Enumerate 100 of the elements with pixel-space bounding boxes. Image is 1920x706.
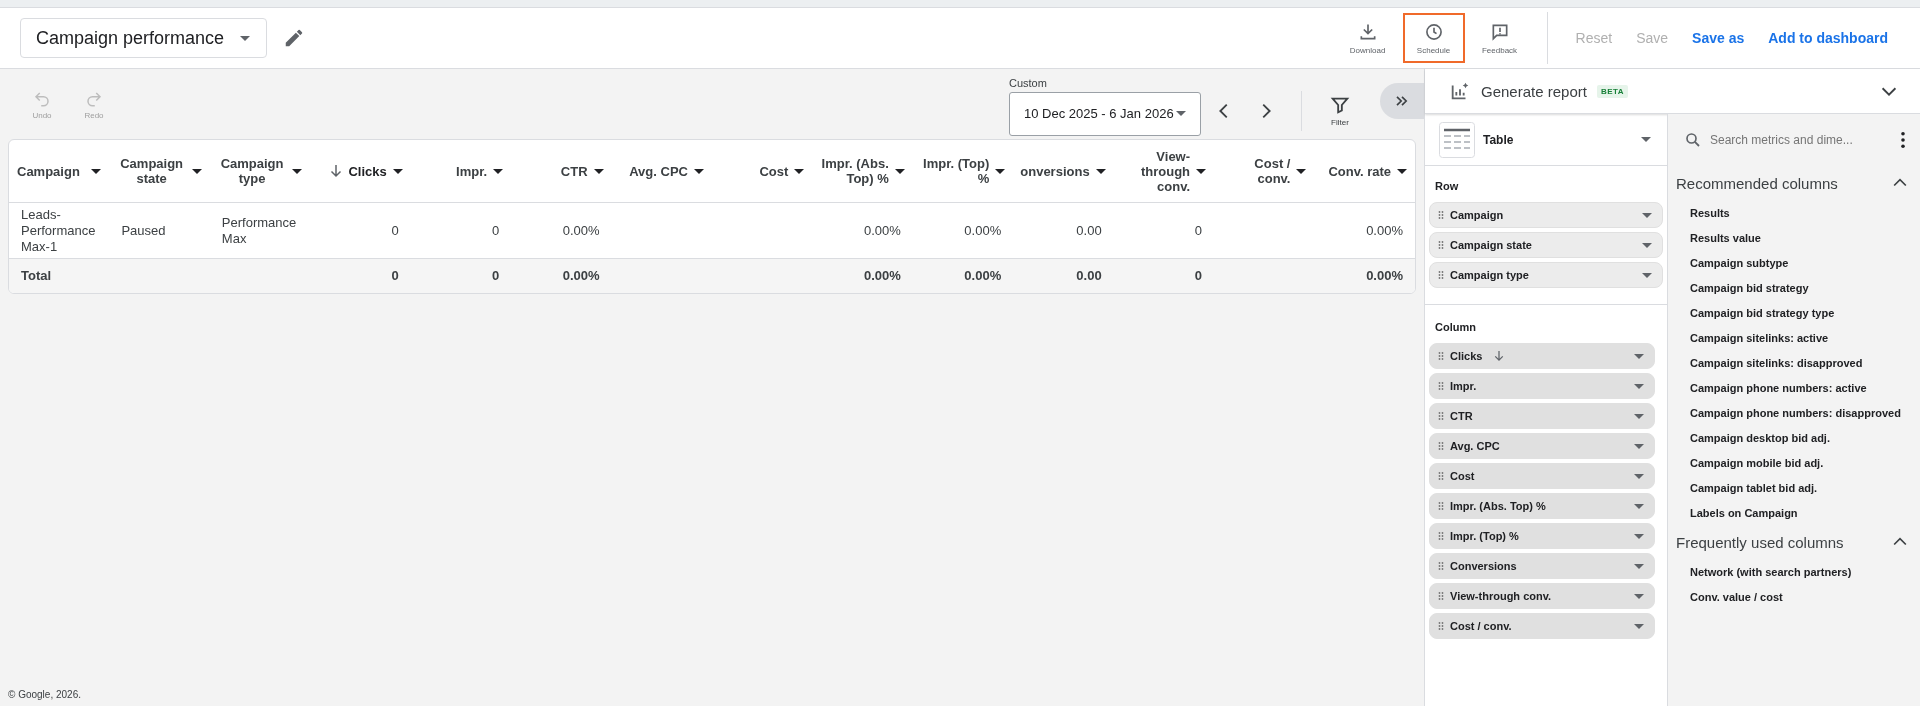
caret-icon[interactable] — [1296, 168, 1307, 174]
metric-list-item[interactable]: Campaign desktop bid adj. — [1668, 425, 1920, 450]
metric-list-item[interactable]: Campaign bid strategy type — [1668, 300, 1920, 325]
expand-button[interactable] — [1380, 83, 1424, 119]
search-icon — [1684, 131, 1702, 149]
drag-handle-icon[interactable] — [1438, 561, 1444, 571]
metric-chip[interactable]: Impr. — [1429, 373, 1655, 399]
metric-list-item[interactable]: Campaign bid strategy — [1668, 275, 1920, 300]
metric-list-item[interactable]: Campaign subtype — [1668, 250, 1920, 275]
caret-icon — [1642, 242, 1652, 248]
metric-chip[interactable]: View-through conv. — [1429, 583, 1655, 609]
total-cell: 0.00% — [863, 268, 901, 283]
caret-icon — [1176, 111, 1186, 116]
column-header[interactable]: Impr. (Top) % — [920, 156, 990, 186]
drag-handle-icon[interactable] — [1438, 210, 1444, 220]
column-header[interactable]: onversions — [1020, 163, 1090, 179]
drag-handle-icon[interactable] — [1438, 591, 1444, 601]
caret-icon[interactable] — [995, 168, 1006, 174]
download-button[interactable]: Download — [1336, 13, 1399, 63]
metric-list-item[interactable]: Campaign tablet bid adj. — [1668, 475, 1920, 500]
metric-chip[interactable]: Impr. (Top) % — [1429, 523, 1655, 549]
column-header[interactable]: CTR — [560, 163, 588, 179]
caret-icon[interactable] — [1196, 168, 1207, 174]
metric-chip[interactable]: Cost / conv. — [1429, 613, 1655, 639]
column-header[interactable]: Impr. — [456, 163, 488, 179]
column-header[interactable]: Campaign state — [117, 156, 186, 186]
column-header[interactable]: View-through conv. — [1121, 148, 1191, 194]
caret-icon — [1634, 413, 1644, 419]
drag-handle-icon[interactable] — [1438, 411, 1444, 421]
date-range-select[interactable]: 10 Dec 2025 - 6 Jan 2026 — [1009, 91, 1201, 136]
section-header[interactable]: Frequently used columns — [1668, 525, 1920, 559]
drag-handle-icon[interactable] — [1438, 471, 1444, 481]
caret-icon[interactable] — [392, 168, 403, 174]
metric-chip[interactable]: Avg. CPC — [1429, 433, 1655, 459]
drag-handle-icon[interactable] — [1438, 381, 1444, 391]
column-header[interactable]: Campaign type — [217, 156, 287, 186]
caret-icon[interactable] — [693, 168, 704, 174]
metric-list-item[interactable]: Conv. value / cost — [1668, 584, 1920, 609]
column-header[interactable]: Impr. (Abs. Top) % — [820, 156, 889, 186]
metric-chip[interactable]: Impr. (Abs. Top) % — [1429, 493, 1655, 519]
table-cell: 0 — [391, 222, 399, 238]
caret-icon[interactable] — [1397, 168, 1407, 174]
metric-chip[interactable]: Cost — [1429, 463, 1655, 489]
drag-handle-icon[interactable] — [1438, 531, 1444, 541]
table-cell: 0 — [491, 222, 500, 238]
metric-list-item[interactable]: Results value — [1668, 225, 1920, 250]
total-cell: 0 — [1194, 268, 1203, 283]
copyright-text: © Google, 2026. — [8, 689, 82, 700]
caret-icon[interactable] — [91, 168, 102, 174]
date-range-label: Custom — [1009, 76, 1048, 89]
metric-chip[interactable]: Clicks — [1429, 343, 1655, 369]
column-header[interactable]: Campaign — [17, 163, 80, 179]
metric-list-item[interactable]: Results — [1668, 200, 1920, 225]
column-header[interactable]: Cost — [759, 163, 789, 179]
metric-list-item[interactable]: Campaign mobile bid adj. — [1668, 450, 1920, 475]
schedule-button[interactable]: Schedule — [1402, 13, 1465, 63]
caret-icon[interactable] — [493, 168, 504, 174]
metric-list-item[interactable]: Labels on Campaign — [1668, 500, 1920, 525]
more-options-icon[interactable] — [1900, 131, 1906, 149]
column-header[interactable]: Clicks — [348, 163, 387, 179]
caret-icon[interactable] — [593, 168, 604, 174]
drag-handle-icon[interactable] — [1438, 351, 1444, 361]
caret-icon[interactable] — [894, 168, 905, 174]
header-button[interactable]: Save as — [1680, 30, 1757, 46]
drag-handle-icon[interactable] — [1438, 240, 1444, 250]
metric-list-item[interactable]: Campaign phone numbers: active — [1668, 375, 1920, 400]
metric-list-item[interactable]: Network (with search partners) — [1668, 559, 1920, 584]
filter-button[interactable]: Filter — [1318, 83, 1362, 127]
dimension-chip[interactable]: Campaign state — [1429, 232, 1663, 258]
table-cell: Performance Max — [221, 214, 297, 246]
column-header[interactable]: Conv. rate — [1328, 163, 1391, 179]
table-cell: 0.00% — [964, 222, 1002, 238]
caret-icon[interactable] — [1095, 168, 1106, 174]
caret-icon[interactable] — [191, 168, 202, 174]
panel-title: Generate report — [1481, 82, 1587, 100]
drag-handle-icon[interactable] — [1438, 441, 1444, 451]
dimension-chip[interactable]: Campaign — [1429, 202, 1663, 228]
metric-chip[interactable]: CTR — [1429, 403, 1655, 429]
metric-chip[interactable]: Conversions — [1429, 553, 1655, 579]
table-icon — [1439, 121, 1475, 158]
section-header[interactable]: Recommended columns — [1668, 166, 1920, 200]
table-cell: Paused — [121, 222, 166, 238]
chart-sparkle-icon — [1449, 80, 1471, 102]
table-cell: Leads-Performance Max-1 — [21, 206, 96, 254]
metric-list-item[interactable]: Campaign phone numbers: disapproved — [1668, 400, 1920, 425]
metric-list-item[interactable]: Campaign sitelinks: disapproved — [1668, 350, 1920, 375]
column-header[interactable]: Cost / conv. — [1222, 156, 1291, 186]
search-field[interactable]: Search metrics and dime... — [1684, 131, 1892, 149]
drag-handle-icon[interactable] — [1438, 270, 1444, 280]
report-select[interactable]: Campaign performance — [20, 18, 268, 58]
caret-icon[interactable] — [292, 168, 303, 174]
column-header[interactable]: Avg. CPC — [629, 163, 688, 179]
visualization-select[interactable]: Table — [1425, 114, 1667, 166]
drag-handle-icon[interactable] — [1438, 501, 1444, 511]
feedback-button[interactable]: Feedback — [1468, 13, 1531, 63]
caret-icon[interactable] — [794, 168, 805, 174]
metric-list-item[interactable]: Campaign sitelinks: active — [1668, 325, 1920, 350]
header-button[interactable]: Add to dashboard — [1756, 30, 1900, 46]
drag-handle-icon[interactable] — [1438, 621, 1444, 631]
dimension-chip[interactable]: Campaign type — [1429, 262, 1663, 288]
